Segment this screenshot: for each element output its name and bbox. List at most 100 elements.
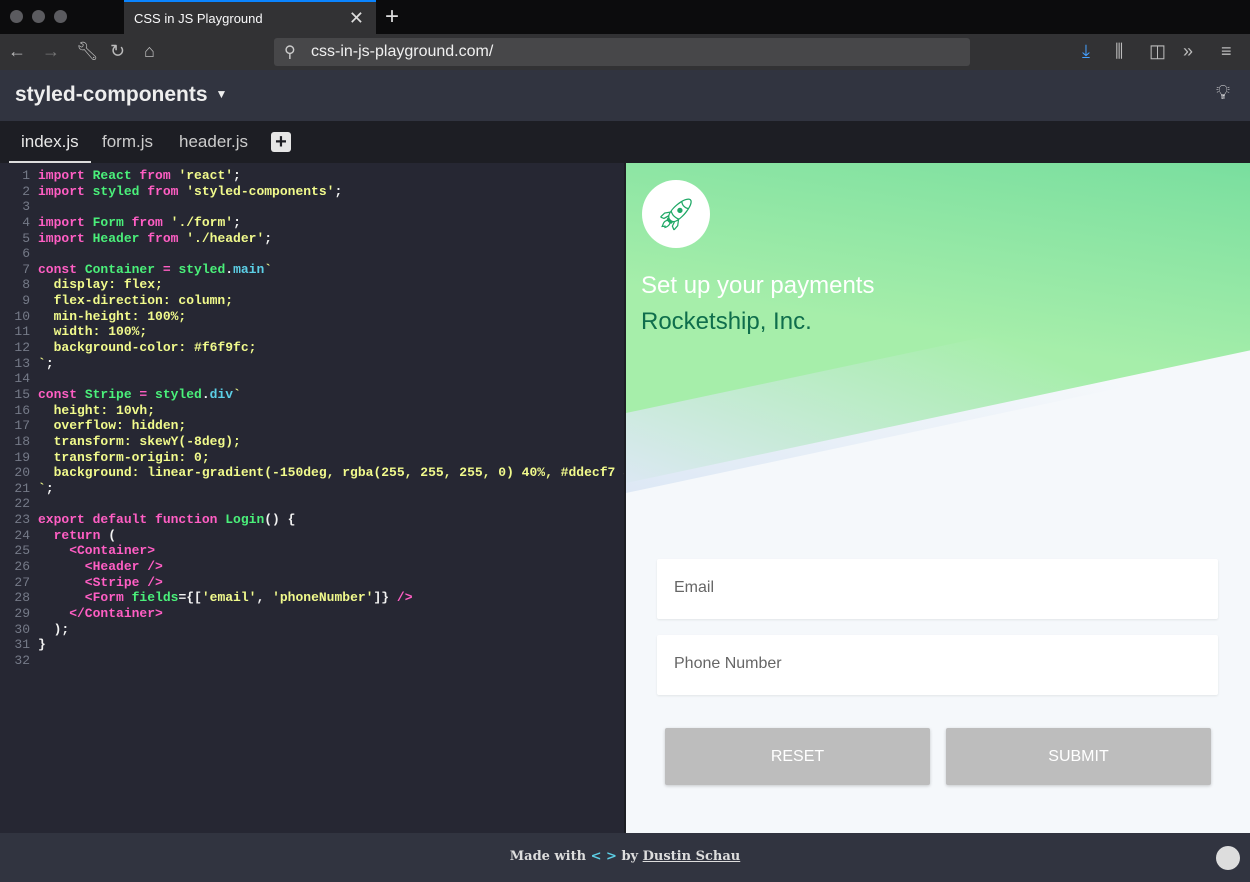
code-token: ` <box>233 386 241 402</box>
code-token: from <box>131 214 171 230</box>
code-line: 8 display: flex; <box>0 277 624 293</box>
file-tabs: index.js form.js header.js + <box>0 121 1250 164</box>
reset-button[interactable]: RESET <box>665 728 930 785</box>
code-token: . <box>201 386 210 402</box>
line-number: 30 <box>14 621 30 637</box>
code-token: ` <box>38 480 46 496</box>
line-number: 6 <box>22 246 30 262</box>
line-number: 18 <box>14 433 30 449</box>
phone-number-field[interactable]: Phone Number <box>657 635 1218 695</box>
tab-form-js[interactable]: form.js <box>102 132 153 152</box>
line-number: 32 <box>14 652 30 668</box>
code-line: 1 import React from 'react'; <box>0 168 624 184</box>
menu-icon[interactable]: ≡ <box>1221 41 1232 62</box>
home-icon[interactable]: ⌂ <box>144 41 155 62</box>
forward-icon[interactable]: → <box>42 41 60 62</box>
code-token: Container <box>84 261 163 277</box>
search-icon: ⚲ <box>284 44 296 61</box>
code-token: styled <box>155 386 202 402</box>
add-file-button[interactable]: + <box>271 132 291 152</box>
line-number: 11 <box>14 324 30 340</box>
code-line: 6 <box>0 246 624 262</box>
close-window-button[interactable] <box>10 10 23 23</box>
url-text: css-in-js-playground.com/ <box>311 43 494 60</box>
company-name: Rocketship, Inc. <box>641 308 812 335</box>
code-line: 9 flex-direction: column; <box>0 293 624 309</box>
lightbulb-icon[interactable]: 💡︎ <box>1216 82 1230 105</box>
line-number: 2 <box>22 183 30 199</box>
code-token: <Header /> <box>38 559 163 575</box>
line-number: 9 <box>22 293 30 309</box>
submit-button[interactable]: SUBMIT <box>946 728 1211 785</box>
back-icon[interactable]: ← <box>8 41 26 62</box>
browser-titlebar: CSS in JS Playground ✕ + <box>0 0 1250 34</box>
code-token: 'email' <box>201 590 257 606</box>
code-token: div <box>209 386 234 402</box>
code-line: 13 `; <box>0 356 624 372</box>
code-line: 5 import Header from './header'; <box>0 231 624 247</box>
code-token: ); <box>38 621 70 637</box>
heading: Set up your payments <box>641 272 875 299</box>
overflow-chevron-icon[interactable]: » <box>1183 41 1193 62</box>
code-line: 27 <Stripe /> <box>0 575 624 591</box>
code-token: styled <box>178 261 226 277</box>
code-token: export default function <box>38 512 226 528</box>
code-token: from <box>147 183 187 199</box>
reload-icon[interactable]: ↻ <box>110 41 125 62</box>
zoom-window-button[interactable] <box>54 10 67 23</box>
author-link[interactable]: Dustin Schau <box>643 849 741 864</box>
code-line: 7 const Container = styled.main` <box>0 262 624 278</box>
new-tab-button[interactable]: + <box>385 3 399 31</box>
sidebar-icon[interactable]: ◫ <box>1149 41 1166 62</box>
code-token: overflow: hidden; <box>38 418 187 434</box>
code-line: 2 import styled from 'styled-components'; <box>0 184 624 200</box>
code-token: ]} <box>373 590 397 606</box>
code-token: Stripe <box>84 386 140 402</box>
code-token: transform-origin: 0; <box>38 449 210 465</box>
tab-index-js[interactable]: index.js <box>9 132 91 164</box>
code-token: import <box>38 168 93 183</box>
app-header: styled-components ▼ 💡︎ <box>0 70 1250 121</box>
line-number: 25 <box>14 543 30 559</box>
tab-header-js[interactable]: header.js <box>179 132 248 152</box>
line-number: 19 <box>14 449 30 465</box>
code-line: 23 export default function Login() { <box>0 512 624 528</box>
code-token: ` <box>38 355 46 371</box>
code-token: background-color: #f6f9fc; <box>38 340 257 356</box>
browser-toolbar: ← → 🔧︎ ↻ ⌂ ⚲ css-in-js-playground.com/ ⤓… <box>0 34 1250 70</box>
line-number: 8 <box>22 277 30 293</box>
code-token: = <box>139 386 156 402</box>
close-tab-icon[interactable]: ✕ <box>349 8 364 29</box>
code-token: from <box>139 168 179 183</box>
download-icon[interactable]: ⤓ <box>1082 41 1090 62</box>
line-number: 16 <box>14 402 30 418</box>
code-token: React <box>92 168 140 183</box>
wrench-icon[interactable]: 🔧︎ <box>76 41 99 62</box>
line-number: 17 <box>14 418 30 434</box>
line-number: 26 <box>14 559 30 575</box>
code-editor[interactable]: 1 import React from 'react'; 2 import style… <box>0 163 626 833</box>
code-line: 10 min-height: 100%; <box>0 309 624 325</box>
code-token: const <box>38 261 85 277</box>
library-selector[interactable]: styled-components ▼ <box>15 83 227 107</box>
code-token: width: 100%; <box>38 324 148 340</box>
library-icon[interactable]: ⫼ <box>1115 41 1123 62</box>
github-icon[interactable] <box>1216 846 1240 870</box>
code-line: 32 <box>0 653 624 669</box>
line-number: 13 <box>14 355 30 371</box>
code-token: Login <box>225 512 265 528</box>
minimize-window-button[interactable] <box>32 10 45 23</box>
line-number: 3 <box>22 199 30 215</box>
code-token: ; <box>233 214 241 230</box>
code-token: './header' <box>186 230 265 246</box>
browser-tab[interactable]: CSS in JS Playground ✕ <box>124 0 376 34</box>
email-field[interactable]: Email <box>657 559 1218 619</box>
code-token: import <box>38 183 93 199</box>
address-bar[interactable]: ⚲ css-in-js-playground.com/ <box>274 38 970 66</box>
code-icon: < > <box>590 849 617 864</box>
line-number: 1 <box>22 168 30 183</box>
code-token: const <box>38 386 85 402</box>
code-token: ; <box>45 355 54 371</box>
library-name: styled-components <box>15 83 208 106</box>
code-token: /> <box>396 590 413 606</box>
